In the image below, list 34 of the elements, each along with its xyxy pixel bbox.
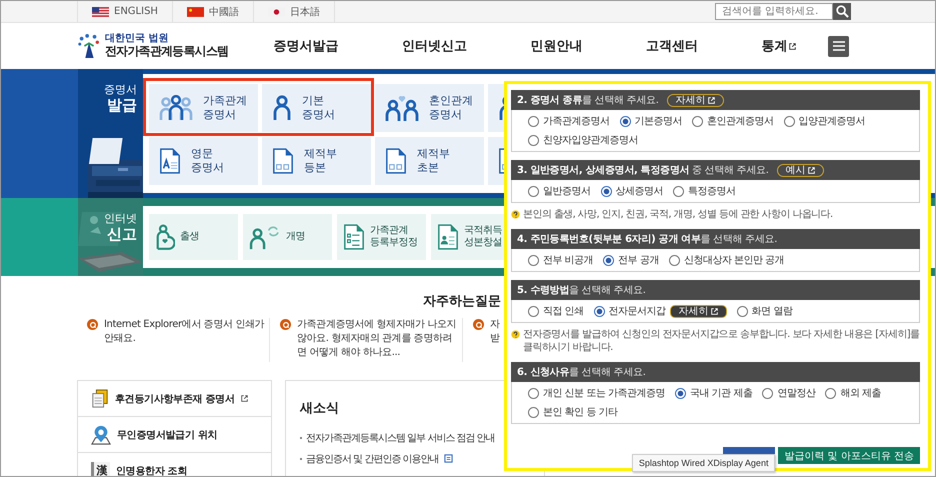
logo-subtitle: 대한민국 법원 bbox=[105, 33, 170, 45]
option-label: 전부 비공개 bbox=[543, 254, 594, 267]
option-label: 화면 열람 bbox=[752, 305, 792, 318]
option-label: 친양자입양관계증명서 bbox=[543, 134, 638, 147]
option-label: 전자문서지갑 bbox=[608, 305, 666, 318]
option-label: 특정증명서 bbox=[688, 185, 736, 198]
book-icon: 漢 bbox=[91, 462, 110, 476]
option-label: 혼인관계증명서 bbox=[707, 115, 774, 128]
note-text: 본인의 출생, 사망, 인지, 친권, 국적, 개명, 성별 등에 관한 사항이 나옵니다. bbox=[523, 208, 833, 221]
logo-title: 전자가족관계등록시스템 bbox=[105, 44, 228, 59]
option-label: 입양관계증명서 bbox=[798, 115, 865, 128]
news-heading: 새소식 bbox=[300, 400, 339, 417]
option-label: 신청대상자 본인만 공개 bbox=[684, 254, 784, 267]
section-title: 인터넷 신고 bbox=[104, 211, 138, 244]
option-label: 연말정산 bbox=[777, 387, 816, 400]
option-label: 본인 확인 등 기타 bbox=[543, 406, 618, 419]
option-label: 전부 공개 bbox=[618, 254, 659, 267]
option-label: 개인 신분 또는 가족관계증명 bbox=[543, 387, 666, 400]
tooltip: Splashtop Wired XDisplay Agent bbox=[632, 454, 776, 472]
step-title: 3. 일반증명서, 상세증명서, 특정증명서 중 선택해 주세요. bbox=[517, 164, 769, 177]
option-label: 국내 기관 제출 bbox=[690, 387, 752, 400]
step-title: 4. 주민등록번호(뒷부분 6자리) 공개 여부를 선택해 주세요. bbox=[517, 233, 778, 246]
option-label: 가족관계증명서 bbox=[543, 115, 610, 128]
note-text: 전자증명서를 발급하여 신청인의 전자문서지갑으로 송부합니다. 보다 자세한 내용은 [자세히]를 클릭하시기 바랍니다. bbox=[523, 328, 920, 354]
faq-heading: 자주하는질문 bbox=[422, 293, 501, 310]
option-label: 상세증명서 bbox=[616, 185, 663, 198]
option-label: 기본증명서 bbox=[634, 115, 682, 128]
step-title: 5. 수령방법을 선택해 주세요. bbox=[517, 284, 646, 297]
option-label: 해외 제출 bbox=[840, 387, 882, 400]
section-title: 증명서 발급 bbox=[104, 82, 138, 114]
option-label: 일반증명서 bbox=[543, 185, 590, 198]
option-label: 직접 인쇄 bbox=[543, 305, 584, 318]
step-title: 2. 증명서 종류를 선택해 주세요. bbox=[517, 94, 659, 107]
step-title: 6. 신청사유를 선택해 주세요. bbox=[517, 366, 646, 379]
